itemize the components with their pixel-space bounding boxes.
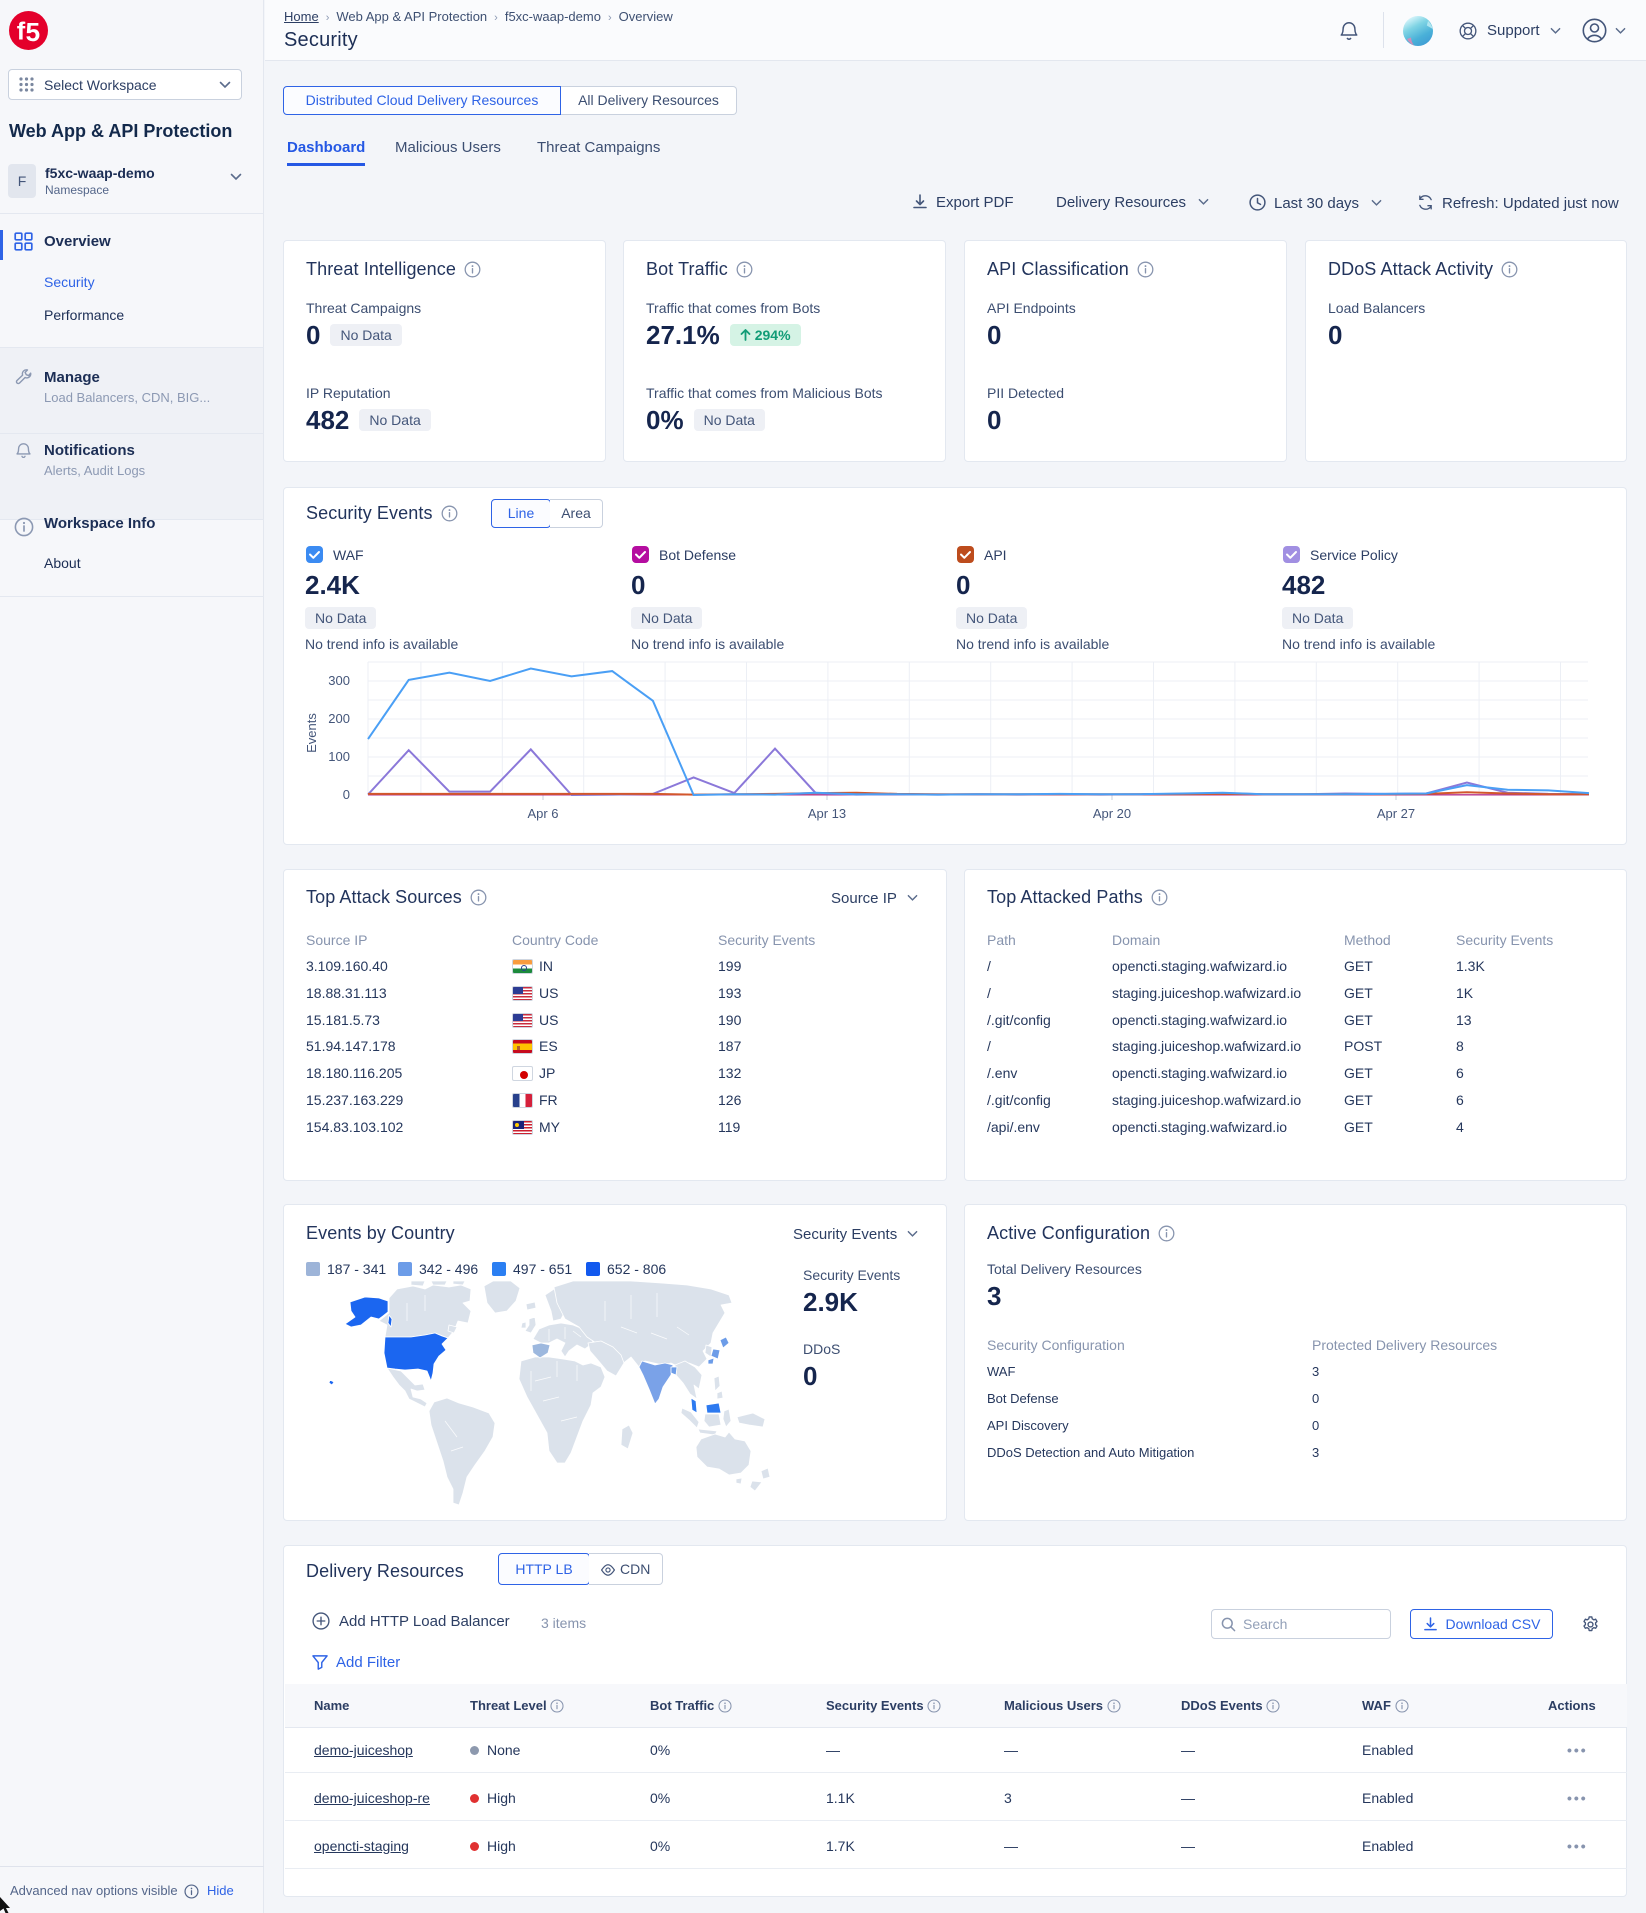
svg-text:f: f [17, 17, 26, 45]
svg-text:5: 5 [26, 17, 41, 47]
svg-text:Apr 20: Apr 20 [1093, 806, 1131, 821]
svg-text:Apr 27: Apr 27 [1377, 806, 1415, 821]
svg-text:Events: Events [304, 713, 319, 753]
svg-text:Apr 13: Apr 13 [808, 806, 846, 821]
svg-text:300: 300 [328, 673, 350, 688]
svg-text:Apr 6: Apr 6 [527, 806, 558, 821]
svg-text:100: 100 [328, 749, 350, 764]
svg-text:200: 200 [328, 711, 350, 726]
svg-text:0: 0 [343, 787, 350, 802]
